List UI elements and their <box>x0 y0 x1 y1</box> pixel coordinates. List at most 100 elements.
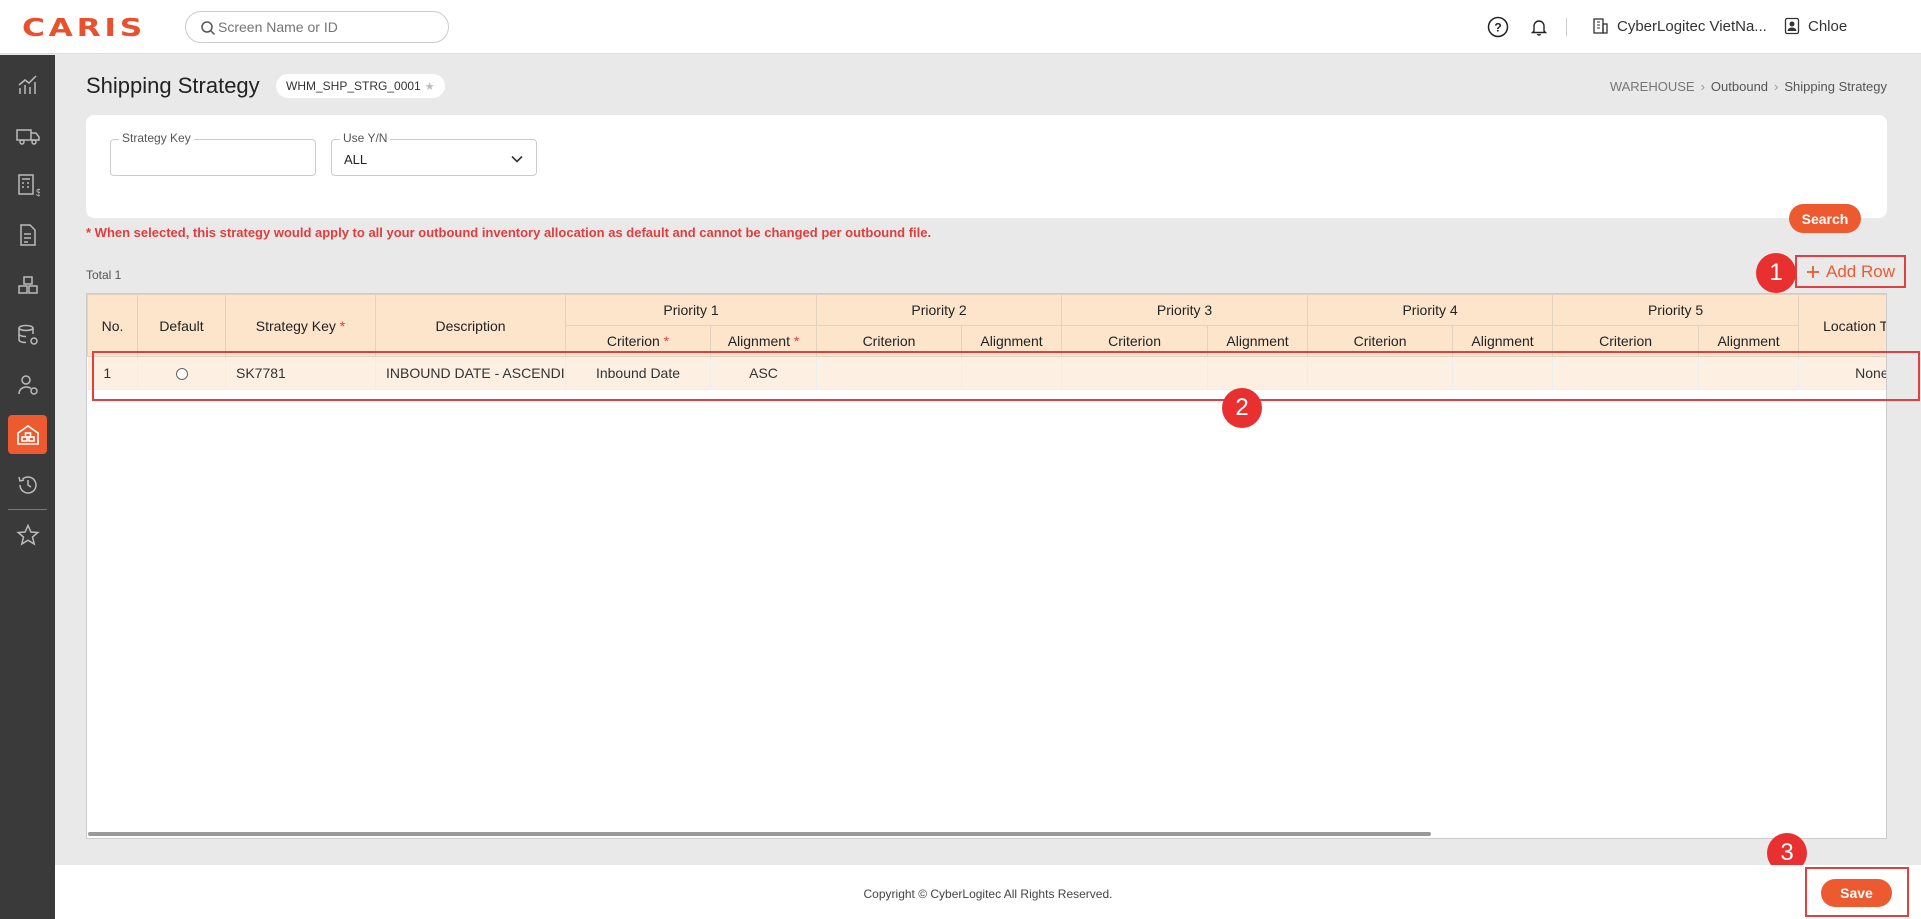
strategy-key-label: Strategy Key <box>119 131 194 145</box>
search-icon <box>201 21 216 36</box>
cell-no: 1 <box>87 356 138 390</box>
svg-text:?: ? <box>1494 21 1501 35</box>
breadcrumb-chevron-icon: › <box>1700 79 1705 94</box>
cell-p3-alignment[interactable] <box>1207 356 1309 390</box>
sidebar-item-favorites[interactable] <box>8 515 47 554</box>
sidebar-item-dashboard[interactable] <box>8 65 47 104</box>
sidebar-item-inventory[interactable] <box>8 265 47 304</box>
col-group-priority-2: Priority 2 <box>816 294 1063 326</box>
cell-p2-criterion[interactable] <box>816 356 963 390</box>
col-header-p4-alignment[interactable]: Alignment <box>1452 325 1554 357</box>
chevron-down-icon <box>511 155 523 163</box>
top-bar: CARIS ? CyberLogitec VietNa... Chloe <box>0 0 1921 54</box>
col-header-p3-alignment[interactable]: Alignment <box>1207 325 1309 357</box>
add-row-button[interactable]: Add Row <box>1795 255 1906 288</box>
cell-p4-alignment[interactable] <box>1452 356 1554 390</box>
col-header-p1-criterion[interactable]: Criterion * <box>565 325 711 357</box>
col-header-p2-alignment[interactable]: Alignment <box>961 325 1063 357</box>
add-row-label: Add Row <box>1826 261 1895 281</box>
search-filter-panel: Strategy Key Use Y/N ALL <box>86 115 1887 218</box>
breadcrumb-item-warehouse[interactable]: WAREHOUSE <box>1610 79 1695 94</box>
col-header-p4-criterion[interactable]: Criterion <box>1307 325 1454 357</box>
building-icon <box>1593 18 1608 34</box>
col-header-location[interactable]: Location T <box>1798 294 1886 357</box>
col-header-description[interactable]: Description <box>375 294 566 357</box>
col-header-p5-alignment[interactable]: Alignment <box>1698 325 1800 357</box>
col-header-p3-criterion[interactable]: Criterion <box>1061 325 1209 357</box>
strategy-key-input[interactable] <box>121 150 301 165</box>
company-selector[interactable]: CyberLogitec VietNa... <box>1591 17 1767 35</box>
boxes-icon <box>17 275 38 294</box>
cell-default[interactable] <box>137 356 226 390</box>
col-header-p5-criterion[interactable]: Criterion <box>1552 325 1700 357</box>
svg-text:$: $ <box>36 188 40 197</box>
caris-logo[interactable]: CARIS <box>22 13 146 42</box>
col-header-p1-alignment[interactable]: Alignment * <box>709 325 818 357</box>
cell-p5-alignment[interactable] <box>1698 356 1800 390</box>
col-header-default[interactable]: Default <box>137 294 226 357</box>
p1-criterion-label: Criterion <box>606 333 660 349</box>
use-yn-value: ALL <box>344 152 368 167</box>
cell-p4-criterion[interactable] <box>1307 356 1454 390</box>
sidebar-item-user-settings[interactable] <box>8 365 47 404</box>
breadcrumb-chevron-icon: › <box>1774 79 1779 94</box>
page-title: Shipping Strategy <box>86 73 260 98</box>
top-divider <box>1566 18 1567 36</box>
user-icon <box>1784 17 1800 35</box>
truck-icon <box>15 128 40 145</box>
default-radio[interactable] <box>175 368 188 381</box>
history-icon <box>17 475 37 494</box>
chart-icon <box>18 74 37 94</box>
sidebar-item-history[interactable] <box>8 465 47 504</box>
breadcrumb-item-outbound[interactable]: Outbound <box>1711 79 1768 94</box>
table-row[interactable]: 1 SK7781 INBOUND DATE - ASCENDING Inboun… <box>87 356 1886 390</box>
use-yn-select[interactable]: Use Y/N ALL <box>331 131 537 176</box>
user-gear-icon <box>17 374 38 395</box>
search-button[interactable]: Search <box>1789 204 1861 233</box>
p1-alignment-label: Alignment <box>727 333 790 349</box>
document-icon <box>19 223 36 246</box>
col-header-p2-criterion[interactable]: Criterion <box>816 325 963 357</box>
cell-p3-criterion[interactable] <box>1061 356 1209 390</box>
plus-icon <box>1807 265 1819 278</box>
screen-search-box[interactable] <box>185 11 449 43</box>
cell-p2-alignment[interactable] <box>961 356 1063 390</box>
help-icon[interactable]: ? <box>1487 16 1509 38</box>
favorite-star-icon[interactable]: ★ <box>425 80 435 93</box>
cell-p5-criterion[interactable] <box>1552 356 1700 390</box>
user-menu[interactable]: Chloe <box>1784 17 1847 35</box>
bell-icon[interactable] <box>1528 16 1550 38</box>
screen-id: WHM_SHP_STRG_0001 <box>286 79 421 93</box>
total-count: Total 1 <box>86 268 122 282</box>
cell-location[interactable]: None <box>1798 356 1886 390</box>
cell-p1-alignment[interactable]: ASC <box>710 356 818 390</box>
col-group-priority-3: Priority 3 <box>1061 294 1309 326</box>
col-group-priority-1: Priority 1 <box>564 294 818 326</box>
strategy-key-field[interactable]: Strategy Key <box>110 131 316 176</box>
save-button[interactable]: Save <box>1821 879 1892 907</box>
sidebar-item-warehouse[interactable] <box>8 415 47 454</box>
col-header-strategy-key[interactable]: Strategy Key * <box>225 294 376 357</box>
horizontal-scrollbar[interactable] <box>88 832 1431 836</box>
footer: Copyright © CyberLogitec All Rights Rese… <box>55 865 1921 919</box>
database-gear-icon <box>17 324 38 345</box>
sidebar-item-database-settings[interactable] <box>8 315 47 354</box>
cell-p1-criterion[interactable]: Inbound Date <box>565 356 711 390</box>
sidebar-separator <box>8 509 47 510</box>
default-strategy-note: * When selected, this strategy would app… <box>86 225 932 240</box>
strategy-key-header-label: Strategy Key <box>255 317 336 334</box>
col-group-priority-5: Priority 5 <box>1552 294 1800 326</box>
annotation-badge-2: 2 <box>1222 388 1262 428</box>
cell-description[interactable]: INBOUND DATE - ASCENDING <box>375 356 566 390</box>
screen-search-input[interactable] <box>218 17 438 37</box>
strategy-grid: No. Default Strategy Key * Description P… <box>86 293 1887 839</box>
company-name: CyberLogitec VietNa... <box>1617 17 1767 35</box>
sidebar-item-billing[interactable]: $ <box>8 165 47 204</box>
copyright-text: Copyright © CyberLogitec All Rights Rese… <box>863 887 1113 901</box>
sidebar-item-transport[interactable] <box>8 115 47 154</box>
cell-strategy-key[interactable]: SK7781 <box>225 356 376 390</box>
sidebar-item-documents[interactable] <box>8 215 47 254</box>
col-header-no[interactable]: No. <box>87 294 138 357</box>
required-mark: * <box>339 317 346 334</box>
star-icon <box>15 523 40 546</box>
